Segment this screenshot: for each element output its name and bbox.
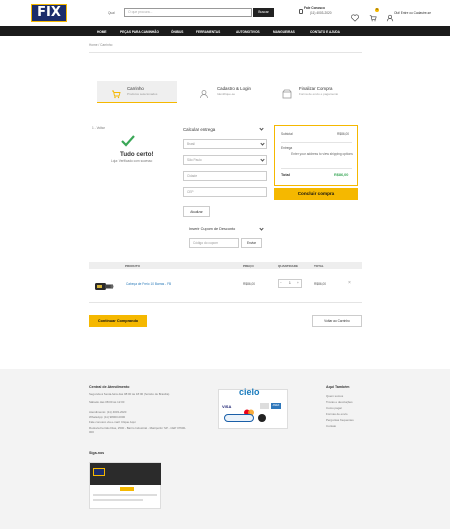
cart-step-icon [111, 86, 121, 104]
footer-hours: Segunda à Sexta-feira das 08:00 às 18:00… [89, 392, 170, 396]
step-subtitle: Identifique-se [217, 92, 236, 96]
nav-item-home[interactable]: HOME [97, 30, 107, 34]
social-feed-widget[interactable] [89, 462, 161, 509]
subtotal-value: R$86,00 [337, 132, 350, 136]
nav-item-tools[interactable]: FERRAMENTAS [196, 30, 220, 34]
card-icon [260, 403, 269, 409]
footer-email[interactable]: Fale conosco via e-mail: Clique Aqui [89, 420, 136, 425]
back-to-cart-button[interactable]: Voltar ao Carrinho [312, 315, 362, 327]
coupon-title[interactable]: Inserir Cupom de Desconto [189, 227, 235, 232]
social-avatar [93, 468, 105, 476]
chevron-down-icon[interactable] [259, 126, 264, 131]
total-label: Total [281, 173, 290, 177]
search-label: Qual [108, 11, 115, 15]
security-seal-icon [258, 414, 266, 422]
check-icon [121, 134, 135, 147]
search-input[interactable]: O que procura... [124, 8, 252, 17]
coupon-submit-button[interactable]: Enviar [241, 238, 262, 248]
continue-shopping-button[interactable]: Continuar Comprando [89, 315, 147, 327]
main-nav [0, 26, 450, 36]
checkout-button[interactable]: Concluir compra [274, 188, 358, 200]
nav-item-bus[interactable]: ÔNIBUS [171, 30, 183, 34]
footer-follow-title: Siga-nos [89, 451, 105, 455]
wishlist-icon[interactable] [351, 9, 359, 22]
shipping-info: Enter your address to view shipping opti… [291, 152, 353, 156]
calculate-button[interactable]: Atualizar [183, 206, 210, 217]
nav-item-hoses[interactable]: MANGUEIRAS [273, 30, 295, 34]
column-header-price: PREÇO [243, 264, 254, 268]
divider [89, 302, 362, 303]
social-text-line [93, 494, 157, 496]
cart-count-badge: 1 [375, 8, 379, 12]
column-header-total: TOTAL [314, 264, 324, 268]
divider [281, 168, 352, 169]
nav-item-automotive[interactable]: AUTOMOTIVOS [236, 30, 260, 34]
confirmation-message: Loja: Verificado com sucesso [111, 159, 153, 163]
quantity-increase[interactable]: + [297, 281, 299, 286]
amex-icon: AMEX [271, 403, 281, 409]
shipping-title: Calcular entrega [183, 127, 216, 132]
column-header-quantity: QUANTIDADE [278, 264, 298, 268]
footer-link[interactable]: Formas de envio [326, 412, 348, 417]
site-logo[interactable]: FIX [31, 4, 67, 22]
quantity-value[interactable]: 1 [289, 281, 291, 286]
chevron-down-icon[interactable] [259, 226, 264, 231]
state-select[interactable]: São Paulo [183, 155, 267, 165]
step-title: Carrinho [127, 86, 144, 91]
column-header-product: PRODUTO [125, 264, 140, 268]
city-input[interactable]: Cidade [183, 171, 267, 181]
footer-link[interactable]: Perguntas frequentes [326, 418, 354, 423]
footer-contact-title: Central de Atendimento [89, 385, 130, 389]
box-step-icon [282, 86, 292, 104]
remove-item-icon[interactable]: × [348, 281, 351, 286]
visa-icon: VISA [222, 404, 232, 409]
product-image[interactable] [93, 280, 115, 293]
breadcrumb[interactable]: Home / Carrinho [89, 43, 112, 48]
coupon-input[interactable]: Código do cupom [189, 238, 239, 248]
back-link[interactable]: 1 - Voltar [92, 126, 105, 131]
phone-number: (11) 4003-2020 [310, 11, 332, 15]
user-step-icon [199, 86, 209, 104]
login-link[interactable]: Olá! Entre ou Cadastre-se [394, 11, 431, 16]
quantity-decrease[interactable]: − [280, 281, 282, 286]
divider [89, 52, 362, 53]
product-name-link[interactable]: Cabeça de Freio 10 Barras - FB [126, 282, 171, 287]
country-select[interactable]: Brasil [183, 139, 267, 149]
footer-link[interactable]: Trocas e devoluções [326, 400, 353, 405]
total-value: R$86,00 [334, 173, 349, 177]
footer-links-title: Aqui Também [326, 385, 350, 389]
nav-item-contact[interactable]: CONTATO E AJUDA [310, 30, 340, 34]
product-total: R$86,00 [314, 282, 327, 286]
subtotal-label: Subtotal [281, 132, 293, 136]
search-button[interactable]: Buscar [253, 8, 274, 17]
social-follow-chip[interactable] [120, 487, 134, 491]
phone-icon [299, 9, 303, 14]
footer-link[interactable]: Quem somos [326, 394, 343, 399]
bank-logo-icon [224, 414, 254, 422]
step-subtitle: Forma de envio e pagamento [299, 92, 339, 96]
cep-input[interactable]: CEP [183, 187, 267, 197]
step-title: Cadastro & Login [217, 86, 251, 91]
shipping-label: Entrega [281, 146, 293, 150]
social-text-line [93, 499, 143, 501]
divider [281, 142, 352, 143]
confirmation-title: Tudo certo! [120, 151, 154, 158]
cielo-logo: cielo [239, 387, 260, 397]
step-title: Finalizar Compra [299, 86, 333, 91]
product-price: R$86,00 [243, 282, 256, 286]
step-subtitle: Produtos selecionados [127, 92, 158, 96]
footer-link[interactable]: Como pagar [326, 406, 342, 411]
footer-link[interactable]: Contato [326, 424, 336, 429]
nav-item-truck-parts[interactable]: PEÇAS PARA CAMINHÃO [120, 30, 159, 34]
footer-address: Rodovia Fernão Dias, 2500 - Bairro Indus… [89, 426, 187, 434]
user-icon[interactable] [386, 9, 394, 22]
footer-hours-saturday: Sábado das 08:00 às 12:00 [89, 400, 125, 404]
